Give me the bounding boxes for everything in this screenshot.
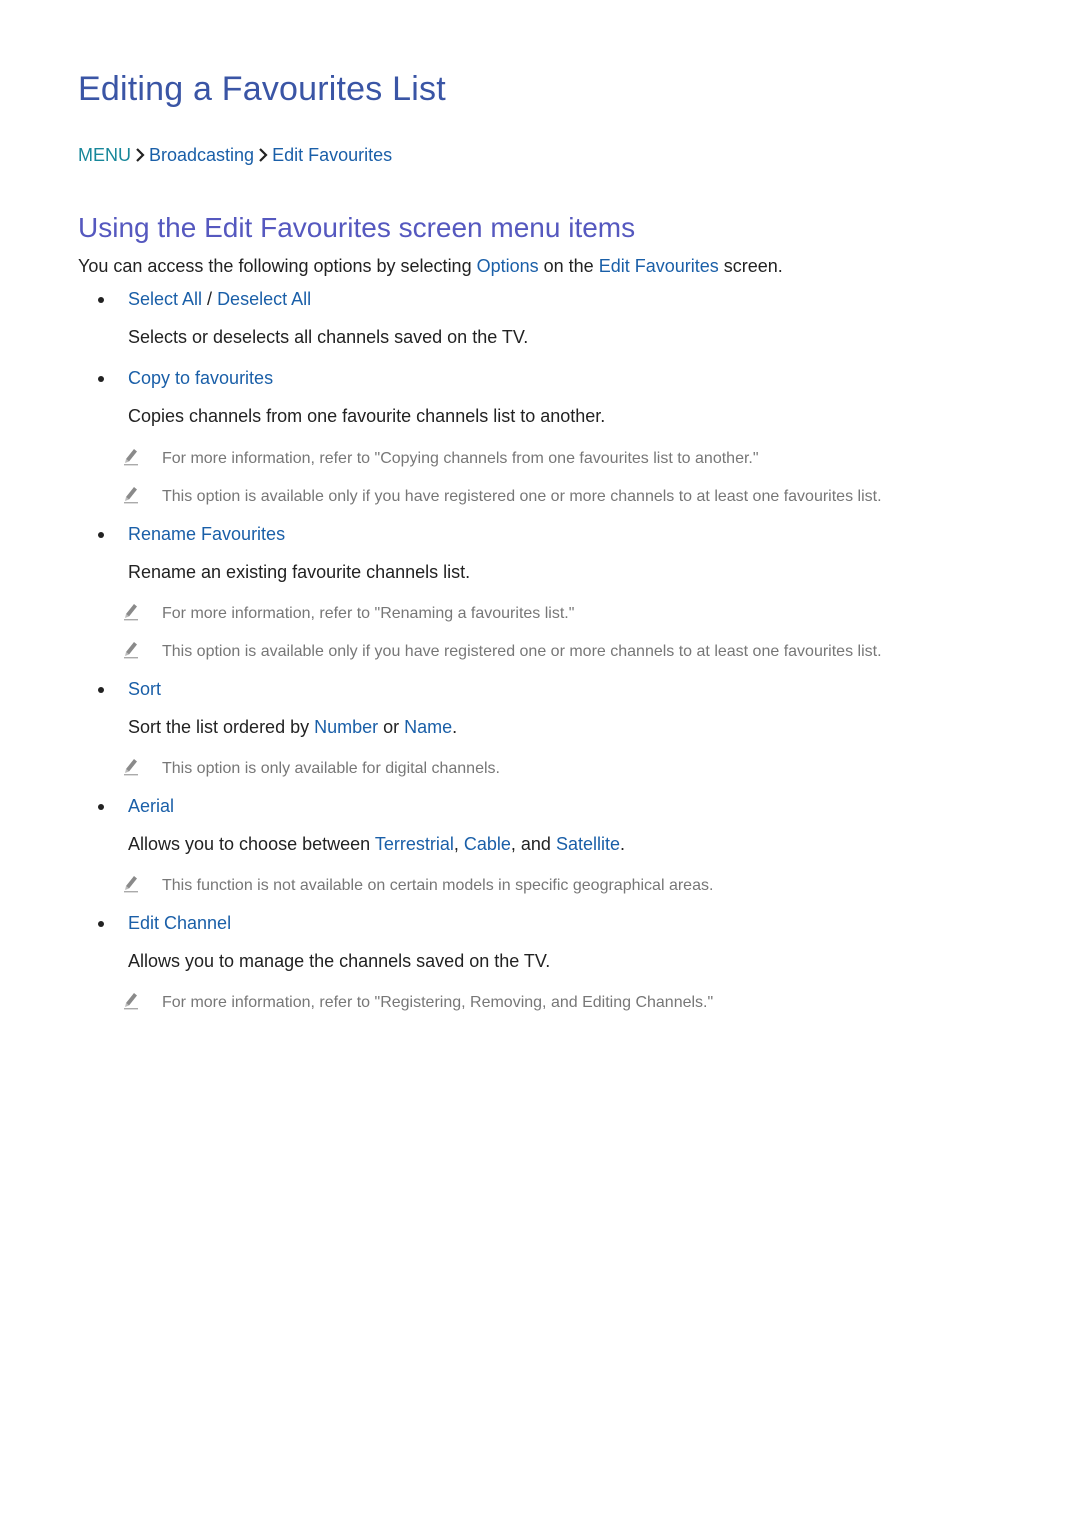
pencil-icon (122, 756, 140, 776)
copy-to-favourites-link[interactable]: Copy to favourites (128, 368, 273, 389)
cable-link[interactable]: Cable (464, 834, 511, 854)
sort-link[interactable]: Sort (128, 679, 161, 700)
intro-text: on the (538, 256, 599, 276)
pencil-icon (122, 484, 140, 504)
pencil-icon (122, 639, 140, 659)
terrestrial-link[interactable]: Terrestrial (375, 834, 454, 854)
breadcrumb-broadcasting[interactable]: Broadcasting (149, 145, 254, 166)
pencil-icon (122, 990, 140, 1010)
satellite-link[interactable]: Satellite (556, 834, 620, 854)
note-text: This function is not available on certai… (162, 877, 714, 894)
rename-favourites-link[interactable]: Rename Favourites (128, 524, 285, 545)
aerial-link[interactable]: Aerial (128, 796, 174, 817)
item-description: Selects or deselects all channels saved … (128, 327, 529, 347)
item-description: Rename an existing favourite channels li… (128, 562, 471, 582)
item-description: Sort the list ordered by Number or Name. (128, 717, 457, 738)
number-link[interactable]: Number (314, 717, 378, 737)
chevron-right-icon (131, 145, 149, 166)
note-text: For more information, refer to "Renaming… (162, 605, 575, 622)
breadcrumb: MENU Broadcasting Edit Favourites (78, 145, 392, 166)
intro-text: screen. (718, 256, 783, 276)
bullet-icon (98, 532, 104, 538)
pencil-icon (122, 873, 140, 893)
note-text: This option is only available for digita… (162, 760, 500, 777)
name-link[interactable]: Name (404, 717, 452, 737)
chevron-right-icon (254, 145, 272, 166)
note-text: This option is available only if you hav… (162, 643, 882, 660)
intro-paragraph: You can access the following options by … (78, 256, 783, 277)
item-description: Allows you to manage the channels saved … (128, 951, 551, 971)
item-description: Allows you to choose between Terrestrial… (128, 834, 625, 855)
slash-separator: / (202, 289, 218, 309)
note-text: For more information, refer to "Copying … (162, 450, 759, 467)
bullet-icon (98, 297, 104, 303)
section-heading: Using the Edit Favourites screen menu it… (78, 212, 636, 243)
intro-text: You can access the following options by … (78, 256, 477, 276)
pencil-icon (122, 446, 140, 466)
bullet-icon (98, 376, 104, 382)
options-link[interactable]: Options (477, 256, 539, 276)
select-all-link[interactable]: Select All (128, 289, 202, 309)
desc-text: Allows you to choose between (128, 834, 375, 854)
breadcrumb-menu[interactable]: MENU (78, 145, 131, 166)
desc-text: , (453, 834, 464, 854)
desc-text: , and (510, 834, 556, 854)
pencil-icon (122, 601, 140, 621)
item-description: Copies channels from one favourite chann… (128, 406, 606, 426)
desc-text: . (619, 834, 625, 854)
desc-text: Sort the list ordered by (128, 717, 315, 737)
breadcrumb-edit-favourites[interactable]: Edit Favourites (272, 145, 392, 166)
bullet-icon (98, 921, 104, 927)
bullet-icon (98, 687, 104, 693)
note-text: For more information, refer to "Register… (162, 994, 714, 1011)
note-text: This option is available only if you hav… (162, 488, 882, 505)
bullet-icon (98, 804, 104, 810)
deselect-all-link[interactable]: Deselect All (217, 289, 311, 309)
edit-favourites-link[interactable]: Edit Favourites (599, 256, 719, 276)
desc-text: . (452, 717, 458, 737)
desc-text: or (378, 717, 405, 737)
page-title: Editing a Favourites List (78, 70, 446, 108)
edit-channel-link[interactable]: Edit Channel (128, 913, 231, 934)
